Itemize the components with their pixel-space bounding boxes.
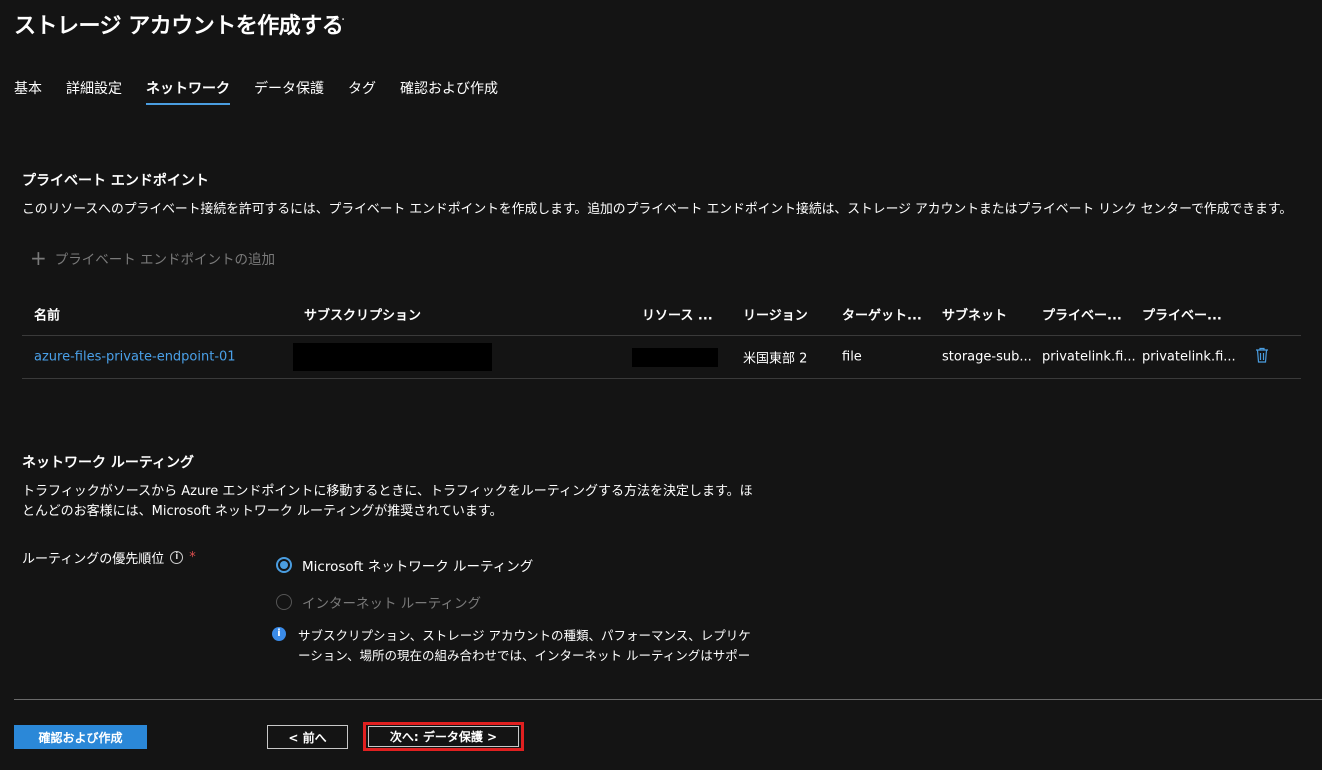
tab-basics[interactable]: 基本	[14, 78, 42, 106]
table-header: 名前 サブスクリプション リソース ... リージョン ターゲット... サブネ…	[22, 293, 1301, 336]
column-header-subscription[interactable]: サブスクリプション	[304, 305, 421, 324]
routing-info-line-2: ーション、場所の現在の組み合わせでは、インターネット ルーティングはサポー	[298, 648, 751, 663]
radio-microsoft-routing[interactable]: Microsoft ネットワーク ルーティング	[276, 555, 533, 575]
plus-icon: +	[30, 246, 47, 270]
previous-button[interactable]: < 前へ	[267, 725, 348, 749]
column-header-name[interactable]: 名前	[34, 305, 60, 324]
endpoint-private-1: privatelink.fi...	[1042, 349, 1136, 365]
info-icon: i	[272, 627, 286, 641]
endpoint-target: file	[842, 349, 862, 365]
routing-preference-label: ルーティングの優先順位 i *	[22, 548, 196, 567]
tab-data-protection[interactable]: データ保護	[254, 78, 324, 106]
routing-description-line-2: とんどのお客様には、Microsoft ネットワーク ルーティングが推奨されてい…	[22, 504, 503, 519]
endpoint-private-2: privatelink.fi...	[1142, 349, 1236, 365]
next-data-protection-button[interactable]: 次へ: データ保護 >	[368, 726, 519, 747]
column-header-resource-group[interactable]: リソース ...	[642, 305, 713, 324]
redacted-resource-group	[632, 348, 718, 367]
endpoint-subnet: storage-sub...	[942, 349, 1032, 365]
tab-tags[interactable]: タグ	[348, 78, 376, 106]
routing-description-line-1: トラフィックがソースから Azure エンドポイントに移動するときに、トラフィッ…	[22, 484, 753, 499]
endpoint-region: 米国東部 2	[743, 351, 808, 367]
radio-selected-icon[interactable]	[276, 557, 292, 573]
required-mark: *	[189, 550, 196, 565]
more-options-button[interactable]: ···	[330, 12, 346, 28]
footer-divider	[14, 699, 1322, 700]
column-header-target[interactable]: ターゲット...	[842, 305, 922, 324]
column-header-subnet[interactable]: サブネット	[942, 305, 1007, 324]
info-icon[interactable]: i	[170, 551, 184, 564]
radio-unselected-icon[interactable]	[276, 594, 292, 610]
tab-advanced[interactable]: 詳細設定	[66, 78, 122, 106]
redacted-subscription	[293, 343, 492, 371]
routing-info-line-1: サブスクリプション、ストレージ アカウントの種類、パフォーマンス、レプリケ	[298, 628, 751, 643]
tab-networking[interactable]: ネットワーク	[146, 78, 230, 106]
review-create-button[interactable]: 確認および作成	[14, 725, 147, 749]
column-header-private-1[interactable]: プライベー...	[1042, 305, 1122, 324]
radio-internet-label: インターネット ルーティング	[302, 596, 481, 612]
column-header-region[interactable]: リージョン	[743, 305, 808, 324]
tab-review-create[interactable]: 確認および作成	[400, 78, 498, 106]
routing-preference-text: ルーティングの優先順位	[22, 552, 165, 567]
add-private-endpoint-label: プライベート エンドポイントの追加	[54, 252, 276, 268]
radio-internet-routing[interactable]: インターネット ルーティング	[276, 592, 481, 612]
page-title: ストレージ アカウントを作成する	[14, 14, 344, 39]
endpoint-name-link[interactable]: azure-files-private-endpoint-01	[34, 350, 236, 365]
wizard-tabs: 基本 詳細設定 ネットワーク データ保護 タグ 確認および作成	[14, 78, 498, 106]
private-endpoint-description: このリソースへのプライベート接続を許可するには、プライベート エンドポイントを作…	[22, 202, 1293, 217]
radio-microsoft-label: Microsoft ネットワーク ルーティング	[302, 559, 534, 575]
network-routing-heading: ネットワーク ルーティング	[22, 455, 195, 471]
table-row: azure-files-private-endpoint-01 米国東部 2 f…	[22, 336, 1301, 379]
delete-icon[interactable]	[1255, 347, 1269, 367]
private-endpoint-heading: プライベート エンドポイント	[22, 173, 209, 189]
private-endpoint-table: 名前 サブスクリプション リソース ... リージョン ターゲット... サブネ…	[22, 293, 1301, 379]
add-private-endpoint-button[interactable]: + プライベート エンドポイントの追加	[30, 248, 275, 268]
column-header-private-2[interactable]: プライベー...	[1142, 305, 1222, 324]
